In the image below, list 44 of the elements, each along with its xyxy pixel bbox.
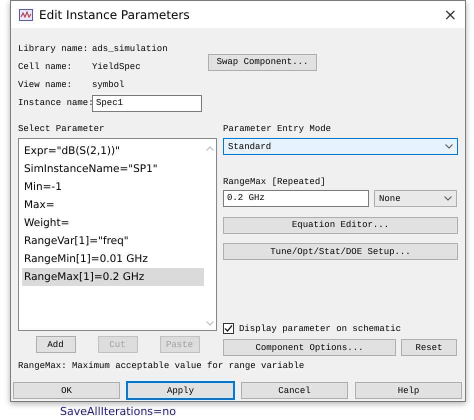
schematic-text: SaveAllIterations=no (60, 405, 176, 418)
checkbox[interactable] (223, 323, 234, 334)
swap-component-button[interactable]: Swap Component... (208, 54, 317, 70)
field-value: symbol (92, 80, 124, 90)
dropdown-caret-icon (445, 144, 453, 149)
field-label: View name: (18, 80, 74, 90)
dialog-button[interactable]: OK (13, 382, 120, 399)
section-label: Parameter Entry Mode (223, 124, 332, 134)
section-label: Select Parameter (18, 124, 106, 134)
field-value: ads_simulation (92, 44, 168, 54)
parameter-item[interactable]: Weight= (22, 214, 204, 232)
dialog-button[interactable]: Apply (127, 382, 234, 399)
tool-button[interactable]: Equation Editor... (223, 216, 458, 234)
parameter-item[interactable]: SimInstanceName="SP1" (22, 160, 204, 178)
parameter-list[interactable]: Expr="dB(S(2,1))" SimInstanceName="SP1" Min=-1 Max= Weight= RangeVar[1]="freq" RangeMin[1]=0.01 GHz RangeMax[1]=0.2 GHz (18, 138, 217, 331)
app-icon (19, 8, 33, 20)
field-value: YieldSpec (92, 62, 141, 72)
dialog-button[interactable]: Cancel (241, 382, 348, 399)
reset-button[interactable]: Reset (401, 339, 457, 356)
parameter-description: RangeMax: Maximum acceptable value for range variable (18, 361, 306, 371)
parameter-item[interactable]: Min=-1 (22, 178, 204, 196)
parameter-value-field[interactable]: 0.2 GHz (223, 190, 369, 207)
instance-name-field[interactable]: Spec1 (92, 94, 202, 112)
parameter-item[interactable]: Max= (22, 196, 204, 214)
parameter-item[interactable]: RangeVar[1]="freq" (22, 232, 204, 250)
parameter-item[interactable]: Expr="dB(S(2,1))" (22, 142, 204, 160)
entry-mode-dropdown[interactable]: Standard (223, 138, 458, 155)
tool-button[interactable]: Tune/Opt/Stat/DOE Setup... (223, 243, 458, 260)
scroll-up-icon[interactable] (206, 146, 214, 151)
parameter-item[interactable]: RangeMin[1]=0.01 GHz (22, 250, 204, 268)
list-action-button[interactable]: Add (36, 336, 76, 353)
window-title: Edit Instance Parameters (39, 8, 191, 22)
checkbox-label: Display parameter on schematic (239, 324, 402, 334)
field-label: Library name: (18, 44, 90, 54)
parameter-label: RangeMax [Repeated] (223, 177, 327, 187)
parameter-item[interactable]: RangeMax[1]=0.2 GHz (22, 268, 204, 286)
dialog-button[interactable]: Help (355, 382, 462, 399)
dropdown-caret-icon (444, 196, 452, 201)
close-button[interactable]: × (444, 5, 457, 24)
field-label: Instance name: (18, 98, 92, 108)
field-label: Cell name: (18, 62, 74, 72)
unit-dropdown[interactable]: None (374, 190, 457, 207)
scroll-down-icon[interactable] (206, 321, 214, 326)
component-options-button[interactable]: Component Options... (223, 339, 396, 356)
